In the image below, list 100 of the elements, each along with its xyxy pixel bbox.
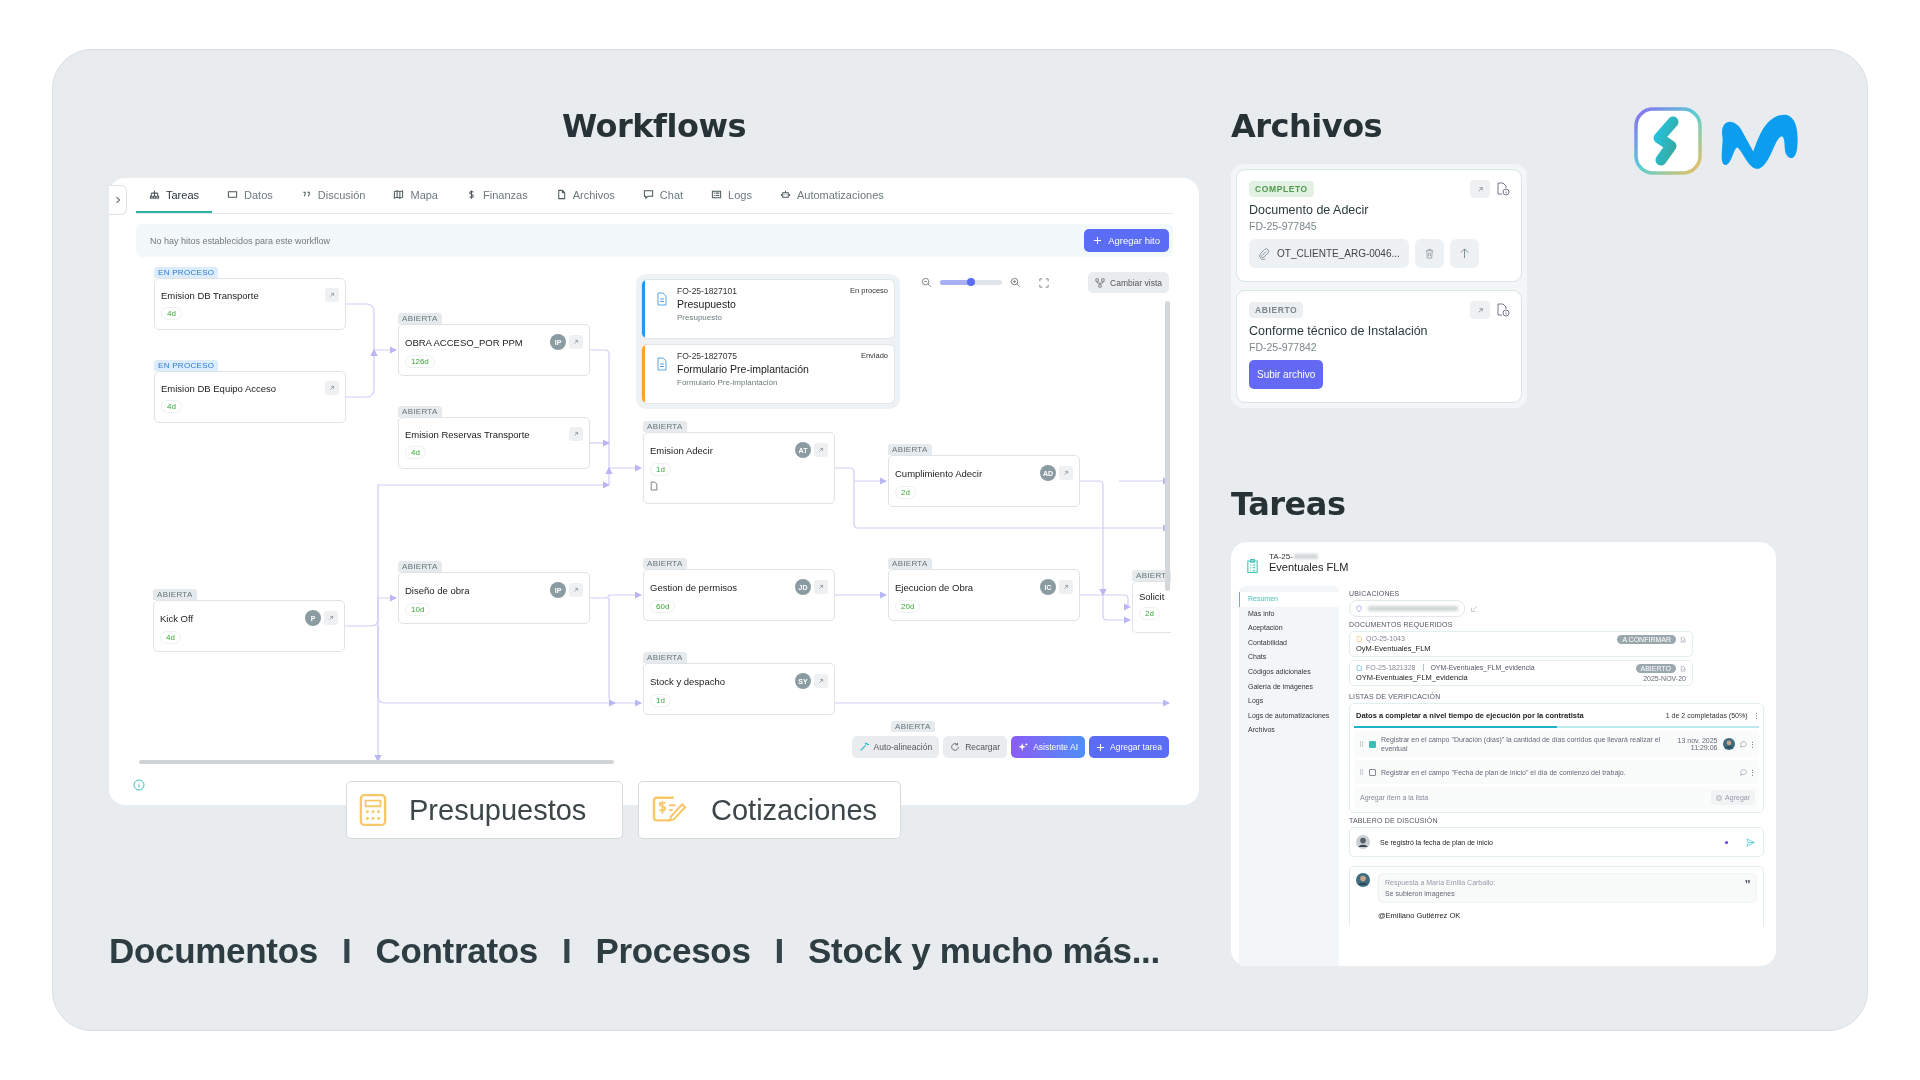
auto-align-button[interactable]: Auto-alineación <box>851 736 940 758</box>
open-link-icon[interactable] <box>325 288 339 302</box>
delete-button[interactable] <box>1414 239 1444 268</box>
vertical-scrollbar[interactable] <box>1165 301 1170 591</box>
avatar <box>1722 738 1735 751</box>
fullscreen-icon[interactable] <box>1039 277 1049 288</box>
pin-icon <box>1356 604 1362 613</box>
open-link-icon[interactable] <box>814 674 828 688</box>
tab[interactable]: Datos <box>214 178 286 213</box>
task-title: Eventuales FLM <box>1269 561 1349 573</box>
ai-assistant-button[interactable]: Asistente AI <box>1011 736 1085 758</box>
upload-file-button[interactable]: Subir archivo <box>1249 360 1324 389</box>
open-link-icon[interactable] <box>814 443 828 457</box>
file-info-icon[interactable] <box>1496 303 1510 317</box>
file-title: Conforme técnico de Instalación <box>1249 324 1429 338</box>
file-info-icon[interactable] <box>1496 182 1510 196</box>
avatar <box>1356 873 1370 888</box>
change-view-button[interactable]: Cambiar vista <box>1088 272 1169 293</box>
arrow-up-icon <box>1458 248 1470 259</box>
section-heading: Workflows <box>560 106 748 147</box>
tab[interactable]: Archivos <box>542 178 628 213</box>
trash-icon <box>1423 248 1435 259</box>
feature-label: Cotizaciones <box>711 793 878 827</box>
edit-icon[interactable] <box>1471 605 1477 612</box>
tab[interactable]: Discusión <box>287 178 379 213</box>
horizontal-scrollbar[interactable] <box>139 760 614 764</box>
map-icon <box>393 189 405 200</box>
status-tag: ABIERTO <box>1249 302 1304 318</box>
banner-text: No hay hitos establecidos para este workflow <box>150 235 331 246</box>
calculator-icon <box>359 793 387 827</box>
upload-button[interactable] <box>1449 239 1479 268</box>
location-chip[interactable] <box>1349 600 1465 617</box>
add-task-button[interactable]: Agregar tarea <box>1089 736 1169 758</box>
status-tag: ABIERTA <box>643 652 687 663</box>
open-link-icon[interactable] <box>324 611 338 625</box>
status-tag: ABIERTA <box>888 444 932 455</box>
open-link-icon[interactable] <box>1059 580 1073 594</box>
open-link-icon[interactable] <box>569 583 583 597</box>
magic-wand-icon <box>858 742 869 752</box>
expand-button[interactable] <box>109 185 127 215</box>
plus-icon <box>1096 742 1105 752</box>
comment-icon[interactable] <box>1739 740 1747 748</box>
comment-icon[interactable] <box>1739 768 1747 776</box>
document-icon <box>656 357 668 371</box>
open-link-icon[interactable] <box>569 335 583 349</box>
status-tag: ABIERTA <box>888 558 932 569</box>
task-title: Stock y despacho <box>650 675 726 687</box>
zoom-out-icon[interactable] <box>921 277 932 288</box>
chat-icon <box>642 189 654 200</box>
checkbox[interactable] <box>1369 768 1376 776</box>
task-node[interactable]: Emision DB Transporte 4d <box>154 278 346 330</box>
task-title: OBRA ACCESO_POR PPM <box>405 336 524 348</box>
tab[interactable]: Logs <box>698 178 765 213</box>
open-link-icon[interactable] <box>814 580 828 594</box>
status-tag: COMPLETO <box>1249 181 1314 197</box>
separator-mark: I <box>774 931 785 971</box>
tagline-text: Documentos <box>109 931 318 971</box>
document-code: FO-25-1827101 <box>677 286 737 296</box>
document-name: Formulario Pre-implantación <box>677 363 810 375</box>
tagline-text: Contratos <box>375 931 538 971</box>
hierarchy-icon <box>149 189 160 200</box>
send-icon[interactable] <box>1746 837 1755 847</box>
open-link-icon[interactable] <box>1059 466 1073 480</box>
task-node[interactable]: Emision Reservas Transporte 4d <box>398 417 590 469</box>
status-tag: ABIERTA <box>643 558 687 569</box>
card-icon <box>227 189 239 200</box>
slider-thumb[interactable] <box>967 278 975 286</box>
status-tag: ABIERTA <box>398 561 442 572</box>
open-link-icon[interactable] <box>1470 180 1490 198</box>
info-icon[interactable] <box>133 779 145 791</box>
checkbox[interactable] <box>1369 740 1376 748</box>
dot-icon <box>1725 840 1728 844</box>
file-title: Documento de Adecir <box>1249 203 1370 217</box>
status-tag: ABIERTA <box>398 406 442 417</box>
zoom-in-icon[interactable] <box>1010 277 1021 288</box>
tab[interactable]: Automatizaciones <box>766 178 897 213</box>
attachment-chip[interactable]: OT_CLIENTE_ARG-0046... <box>1249 239 1409 268</box>
open-link-icon[interactable] <box>569 427 583 441</box>
tab[interactable]: Chat <box>629 178 697 213</box>
chevron-icon <box>115 196 120 204</box>
status-tag: ABIERTA <box>891 721 935 732</box>
status-tag: ABIERTA <box>153 589 197 600</box>
open-link-icon[interactable] <box>1470 301 1490 319</box>
reload-button[interactable]: Recargar <box>943 736 1008 758</box>
file-code: FD-25-977845 <box>1249 220 1318 232</box>
tab[interactable]: Tareas <box>136 178 213 213</box>
task-node[interactable]: Emision DB Equipo Acceso 4d <box>154 371 346 423</box>
feature-label: Presupuestos <box>409 793 587 827</box>
task-node[interactable]: Solicit 2d <box>1132 581 1171 633</box>
tab[interactable]: Finanzas <box>453 178 541 213</box>
task-title: Emision Adecir <box>650 444 714 456</box>
tab[interactable]: Mapa <box>380 178 451 213</box>
task-title: Emision DB Transporte <box>161 289 260 301</box>
zoom-slider[interactable] <box>940 280 1002 285</box>
add-milestone-button[interactable]: Agregar hito <box>1084 229 1169 252</box>
open-link-icon[interactable] <box>325 381 339 395</box>
paperclip-icon <box>1258 247 1270 260</box>
task-title: Kick Off <box>160 612 195 624</box>
clipboard-icon <box>1246 558 1259 574</box>
sparkle-icon <box>1018 742 1029 752</box>
